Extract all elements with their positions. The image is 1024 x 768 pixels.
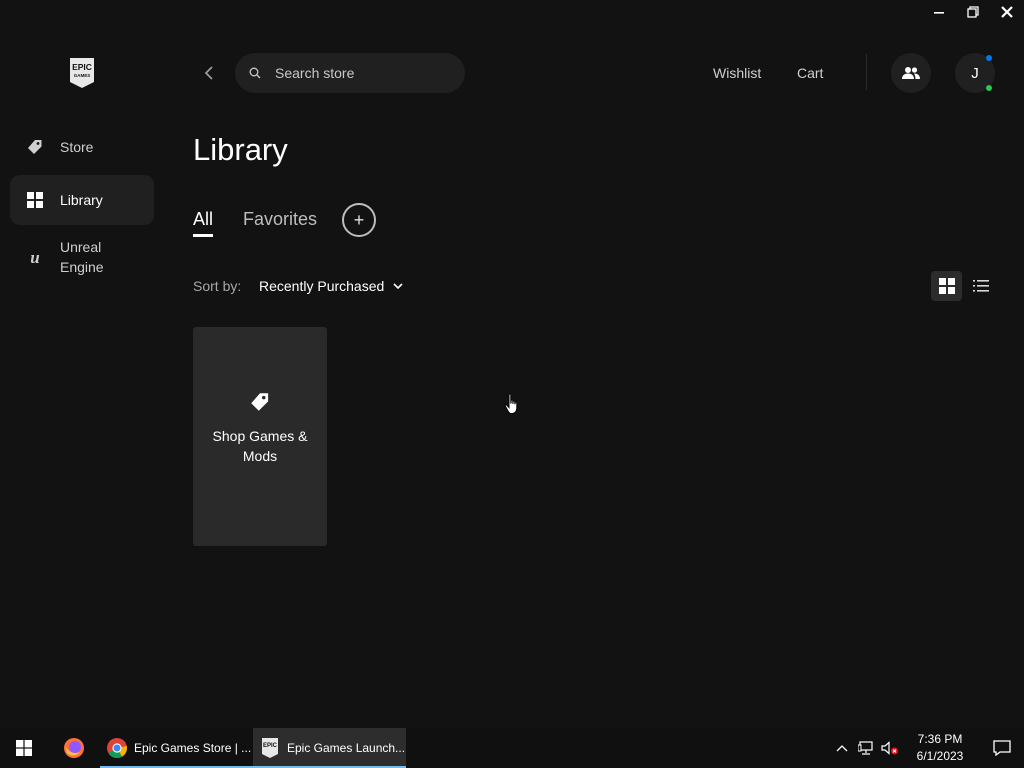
taskbar-task-label: Epic Games Store | ... <box>134 741 252 755</box>
avatar-initial: J <box>971 64 979 82</box>
svg-text:GAMES: GAMES <box>74 73 91 78</box>
chevron-down-icon <box>393 283 403 290</box>
plus-icon: + <box>353 210 365 230</box>
header-divider <box>866 54 867 90</box>
sort-value: Recently Purchased <box>259 278 385 294</box>
network-button[interactable] <box>854 728 878 768</box>
chrome-icon <box>107 738 127 758</box>
tag-icon <box>251 392 269 411</box>
restore-icon <box>967 6 979 18</box>
page-title: Library <box>193 132 288 167</box>
notification-dot <box>986 55 992 61</box>
notification-icon <box>993 740 1011 756</box>
close-button[interactable] <box>990 0 1024 24</box>
minimize-icon <box>934 12 944 14</box>
online-status-dot <box>986 85 992 91</box>
taskbar-epic-launcher[interactable]: EPIC Epic Games Launch... <box>253 728 406 768</box>
volume-button[interactable] <box>878 728 902 768</box>
friends-button[interactable] <box>891 53 931 93</box>
list-view-button[interactable] <box>965 271 996 301</box>
taskbar: Epic Games Store | ... EPIC Epic Games L… <box>0 728 1024 768</box>
tab-all[interactable]: All <box>193 209 213 230</box>
svg-text:EPIC: EPIC <box>72 62 92 72</box>
search-input[interactable] <box>275 65 445 81</box>
sidebar-item-unreal-engine[interactable]: u Unreal Engine <box>10 228 154 286</box>
close-icon <box>1001 6 1013 18</box>
tag-icon <box>26 138 44 156</box>
windows-icon <box>16 740 32 756</box>
epic-games-logo[interactable]: EPIC GAMES <box>67 57 97 89</box>
unreal-icon: u <box>26 248 44 266</box>
sidebar-item-label: Library <box>60 192 103 208</box>
sidebar: Store Library u Unreal Engine <box>10 122 154 289</box>
show-hidden-icons-button[interactable] <box>830 728 854 768</box>
system-clock[interactable]: 7:36 PM 6/1/2023 <box>908 731 972 765</box>
taskbar-firefox[interactable] <box>48 728 100 768</box>
svg-text:EPIC: EPIC <box>263 743 278 749</box>
friends-icon <box>902 67 920 79</box>
wishlist-link[interactable]: Wishlist <box>713 65 761 81</box>
list-view-icon <box>972 280 989 292</box>
shop-card-label: Shop Games & Mods <box>212 427 308 464</box>
sort-label: Sort by: <box>193 278 242 294</box>
cart-link[interactable]: Cart <box>797 65 823 81</box>
taskbar-chrome[interactable]: Epic Games Store | ... <box>100 728 253 768</box>
grid-view-button[interactable] <box>931 271 962 301</box>
epic-logo-icon: EPIC <box>262 738 278 758</box>
grid-view-icon <box>938 278 955 294</box>
sidebar-item-library[interactable]: Library <box>10 175 154 225</box>
network-icon <box>858 741 873 755</box>
hand-cursor-icon <box>504 393 518 415</box>
tab-favorites[interactable]: Favorites <box>243 209 317 230</box>
minimize-button[interactable] <box>922 0 956 24</box>
svg-text:u: u <box>30 248 39 266</box>
sidebar-item-label: Unreal Engine <box>60 239 104 275</box>
clock-date: 6/1/2023 <box>916 749 964 763</box>
sidebar-item-label: Store <box>60 139 94 155</box>
search-box[interactable] <box>235 53 465 93</box>
start-button[interactable] <box>0 728 48 768</box>
sort-dropdown[interactable]: Recently Purchased <box>259 278 404 294</box>
chevron-up-icon <box>836 745 848 752</box>
tab-active-underline <box>193 234 213 237</box>
action-center-button[interactable] <box>980 728 1024 768</box>
clock-time: 7:36 PM <box>917 732 963 746</box>
system-tray: 7:36 PM 6/1/2023 <box>830 728 1024 768</box>
restore-button[interactable] <box>956 0 990 24</box>
epic-logo-icon: EPIC GAMES <box>70 58 94 88</box>
add-collection-button[interactable]: + <box>342 203 376 237</box>
back-button[interactable] <box>199 63 219 83</box>
taskbar-task-label: Epic Games Launch... <box>287 741 406 755</box>
firefox-icon <box>64 738 84 758</box>
volume-muted-icon <box>881 741 898 755</box>
shop-games-card[interactable]: Shop Games & Mods <box>193 327 327 546</box>
sidebar-item-store[interactable]: Store <box>10 122 154 172</box>
chevron-left-icon <box>204 66 213 80</box>
grid-icon <box>26 191 44 209</box>
search-icon <box>249 67 261 79</box>
window-controls <box>922 0 1024 24</box>
